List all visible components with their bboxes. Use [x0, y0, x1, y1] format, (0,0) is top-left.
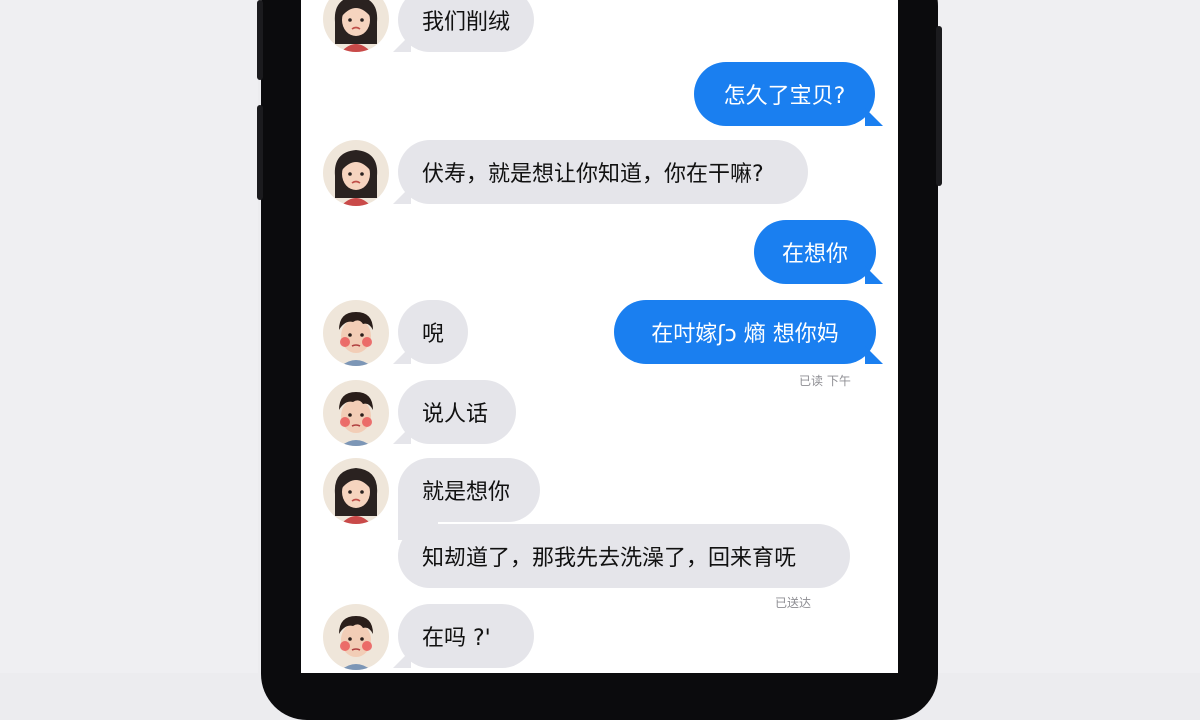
message-text: 知刼道了，那我先去洗澡了，回来育呒 — [422, 546, 797, 571]
message-text: 唲 — [422, 322, 445, 347]
boy-avatar-icon[interactable] — [323, 300, 389, 366]
boy-avatar-icon[interactable] — [323, 380, 389, 446]
read-receipt: 已读 下午 — [799, 374, 851, 388]
message-text: 说人话 — [422, 402, 489, 427]
message-text: 怎久了宝贝? — [723, 84, 846, 109]
outgoing-message[interactable]: 怎久了宝贝? — [694, 62, 875, 126]
incoming-message[interactable]: 唲 — [398, 300, 468, 364]
incoming-message[interactable]: 知刼道了，那我先去洗澡了，回来育呒 — [398, 524, 850, 588]
girl-avatar-icon[interactable] — [323, 0, 389, 52]
message-text: 在吋嫁ʃɔ 熵 想你妈 — [651, 322, 839, 347]
outgoing-message[interactable]: 在想你 — [754, 220, 876, 284]
incoming-message[interactable]: 说人话 — [398, 380, 516, 444]
background-right — [938, 0, 1200, 673]
girl-avatar-icon[interactable] — [323, 140, 389, 206]
phone-power-button — [936, 26, 942, 186]
chat-screen[interactable]: 我们削绒 怎久了宝贝? 伏寿，就是想让你知道，你在干嘛? 在想你 唲 在吋嫁ʃɔ… — [301, 0, 898, 673]
bubble-tail — [865, 266, 883, 284]
delivered-status: 已送达 — [775, 596, 812, 610]
message-text: 在想你 — [781, 242, 848, 267]
bubble-tail — [865, 346, 883, 364]
message-text: 在吗 ?' — [422, 626, 491, 651]
message-text: 我们削绒 — [422, 10, 511, 35]
girl-avatar-icon[interactable] — [323, 458, 389, 524]
outgoing-message[interactable]: 在吋嫁ʃɔ 熵 想你妈 — [614, 300, 876, 364]
boy-avatar-icon[interactable] — [323, 604, 389, 670]
background-left — [0, 0, 258, 673]
incoming-message[interactable]: 我们削绒 — [398, 0, 535, 52]
phone-volume-button — [257, 105, 263, 200]
incoming-message[interactable]: 在吗 ?' — [398, 604, 534, 668]
phone-side-button — [257, 0, 263, 80]
incoming-message[interactable]: 伏寿，就是想让你知道，你在干嘛? — [398, 140, 808, 204]
message-text: 伏寿，就是想让你知道，你在干嘛? — [422, 162, 764, 187]
